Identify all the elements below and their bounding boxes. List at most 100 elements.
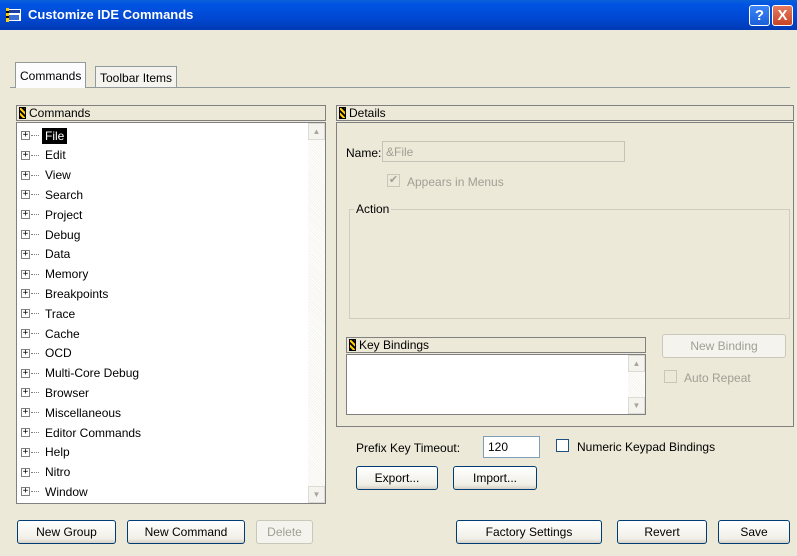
tree-item[interactable]: + Data	[21, 245, 73, 264]
tree-item[interactable]: + Breakpoints	[21, 284, 111, 303]
action-label: Action	[354, 202, 392, 216]
numeric-keypad-label: Numeric Keypad Bindings	[577, 440, 716, 454]
tree-connector	[31, 293, 39, 295]
tree-item[interactable]: + OCD	[21, 344, 75, 363]
tree-item[interactable]: + Miscellaneous	[21, 403, 124, 422]
tree-item-label: Debug	[45, 227, 81, 242]
expand-icon[interactable]: +	[21, 487, 30, 497]
revert-button[interactable]: Revert	[617, 520, 707, 544]
new-group-button[interactable]: New Group	[17, 520, 116, 544]
tree-item-label: Search	[45, 187, 84, 202]
help-button[interactable]: ?	[749, 5, 770, 26]
tree-item[interactable]: + Trace	[21, 304, 78, 323]
key-bindings-header-label: Key Bindings	[359, 338, 430, 352]
customize-ide-commands-dialog: Customize IDE Commands ? X Commands Tool…	[0, 0, 797, 556]
tab-label: Toolbar Items	[100, 70, 173, 85]
title-bar[interactable]: Customize IDE Commands ? X	[0, 0, 797, 30]
tree-item[interactable]: + Multi-Core Debug	[21, 364, 142, 383]
close-button[interactable]: X	[772, 5, 793, 26]
tree-item[interactable]: + Window	[21, 482, 91, 501]
action-group	[349, 209, 790, 319]
tree-item[interactable]: + Help	[21, 443, 73, 462]
commands-scrollbar[interactable]: ▲ ▼	[308, 123, 325, 503]
expand-icon[interactable]: +	[21, 289, 30, 299]
import-button[interactable]: Import...	[453, 466, 537, 490]
expand-icon[interactable]: +	[21, 309, 30, 319]
expand-icon[interactable]: +	[21, 249, 30, 259]
tree-connector	[31, 333, 39, 334]
tree-connector	[31, 253, 39, 255]
tree-item-label: Edit	[45, 148, 66, 163]
tree-connector	[31, 234, 39, 235]
app-icon	[6, 8, 21, 22]
tag-icon	[349, 339, 356, 351]
tree-connector	[31, 214, 39, 216]
key-bindings-header: Key Bindings	[346, 337, 646, 353]
tab-commands[interactable]: Commands	[15, 62, 87, 88]
expand-icon[interactable]: +	[21, 210, 30, 220]
tree-item[interactable]: + File	[21, 126, 68, 145]
export-button[interactable]: Export...	[356, 466, 438, 490]
expand-icon[interactable]: +	[21, 190, 30, 200]
tree-item-label: Browser	[45, 385, 90, 400]
tree-item-label: Project	[45, 207, 83, 222]
expand-icon[interactable]: +	[21, 467, 30, 477]
expand-icon[interactable]: +	[21, 150, 30, 160]
expand-icon[interactable]: +	[21, 428, 30, 437]
delete-button[interactable]: Delete	[256, 520, 313, 544]
scroll-down-button[interactable]: ▼	[628, 397, 645, 414]
prefix-key-timeout-field[interactable]: 120	[483, 436, 540, 458]
new-binding-button[interactable]: New Binding	[662, 334, 786, 358]
expand-icon[interactable]: +	[21, 348, 30, 358]
commands-tree[interactable]: + File + Edit + View + Search + Project + Debug + Dat…	[16, 122, 326, 504]
scroll-down-button[interactable]: ▼	[308, 486, 325, 503]
expand-icon[interactable]: +	[21, 368, 30, 378]
tree-item[interactable]: + Nitro	[21, 463, 73, 482]
appears-in-menus-checkbox[interactable]: ✔	[387, 174, 400, 187]
expand-icon[interactable]: +	[21, 269, 30, 279]
tab-toolbar-items[interactable]: Toolbar Items	[95, 66, 178, 88]
factory-settings-button[interactable]: Factory Settings	[456, 520, 602, 544]
tree-item-label: Breakpoints	[45, 286, 109, 301]
tree-connector	[31, 392, 39, 394]
tree-item[interactable]: + Project	[21, 205, 85, 224]
details-header-label: Details	[349, 106, 386, 120]
expand-icon[interactable]: +	[21, 447, 30, 457]
numeric-keypad-checkbox[interactable]	[556, 439, 569, 452]
tree-item[interactable]: + Browser	[21, 383, 92, 402]
tree-item-label: Memory	[45, 267, 89, 282]
tree-item[interactable]: + Memory	[21, 265, 91, 284]
tree-item[interactable]: + Cache	[21, 324, 83, 343]
tree-item-label: Cache	[45, 326, 80, 341]
expand-icon[interactable]: +	[21, 329, 30, 338]
save-button[interactable]: Save	[718, 520, 790, 544]
tree-connector	[31, 194, 39, 196]
tree-connector	[31, 432, 39, 433]
tree-item[interactable]: + Edit	[21, 146, 69, 165]
tag-icon	[339, 107, 346, 119]
tree-item-label: Miscellaneous	[45, 405, 122, 420]
auto-repeat-label: Auto Repeat	[684, 371, 751, 385]
tree-connector	[31, 491, 39, 493]
auto-repeat-checkbox[interactable]	[664, 370, 677, 383]
expand-icon[interactable]: +	[21, 408, 30, 418]
expand-icon[interactable]: +	[21, 388, 30, 398]
expand-icon[interactable]: +	[21, 170, 30, 180]
tree-item-label: Multi-Core Debug	[45, 366, 140, 381]
new-command-button[interactable]: New Command	[127, 520, 245, 544]
tree-item[interactable]: + Editor Commands	[21, 423, 144, 442]
expand-icon[interactable]: +	[21, 230, 30, 239]
tree-item[interactable]: + Debug	[21, 225, 83, 244]
key-bindings-scrollbar[interactable]: ▲ ▼	[628, 355, 645, 414]
scroll-up-button[interactable]: ▲	[628, 355, 645, 372]
window-title: Customize IDE Commands	[28, 7, 194, 22]
scroll-up-button[interactable]: ▲	[308, 123, 325, 140]
details-header: Details	[336, 105, 794, 121]
tree-item[interactable]: + View	[21, 166, 74, 185]
key-bindings-list[interactable]: ▲ ▼	[346, 354, 646, 415]
tree-connector	[31, 174, 39, 176]
tree-item-label: View	[45, 168, 71, 183]
expand-icon[interactable]: +	[21, 131, 30, 140]
tree-connector	[31, 471, 39, 473]
tree-item[interactable]: + Search	[21, 185, 86, 204]
